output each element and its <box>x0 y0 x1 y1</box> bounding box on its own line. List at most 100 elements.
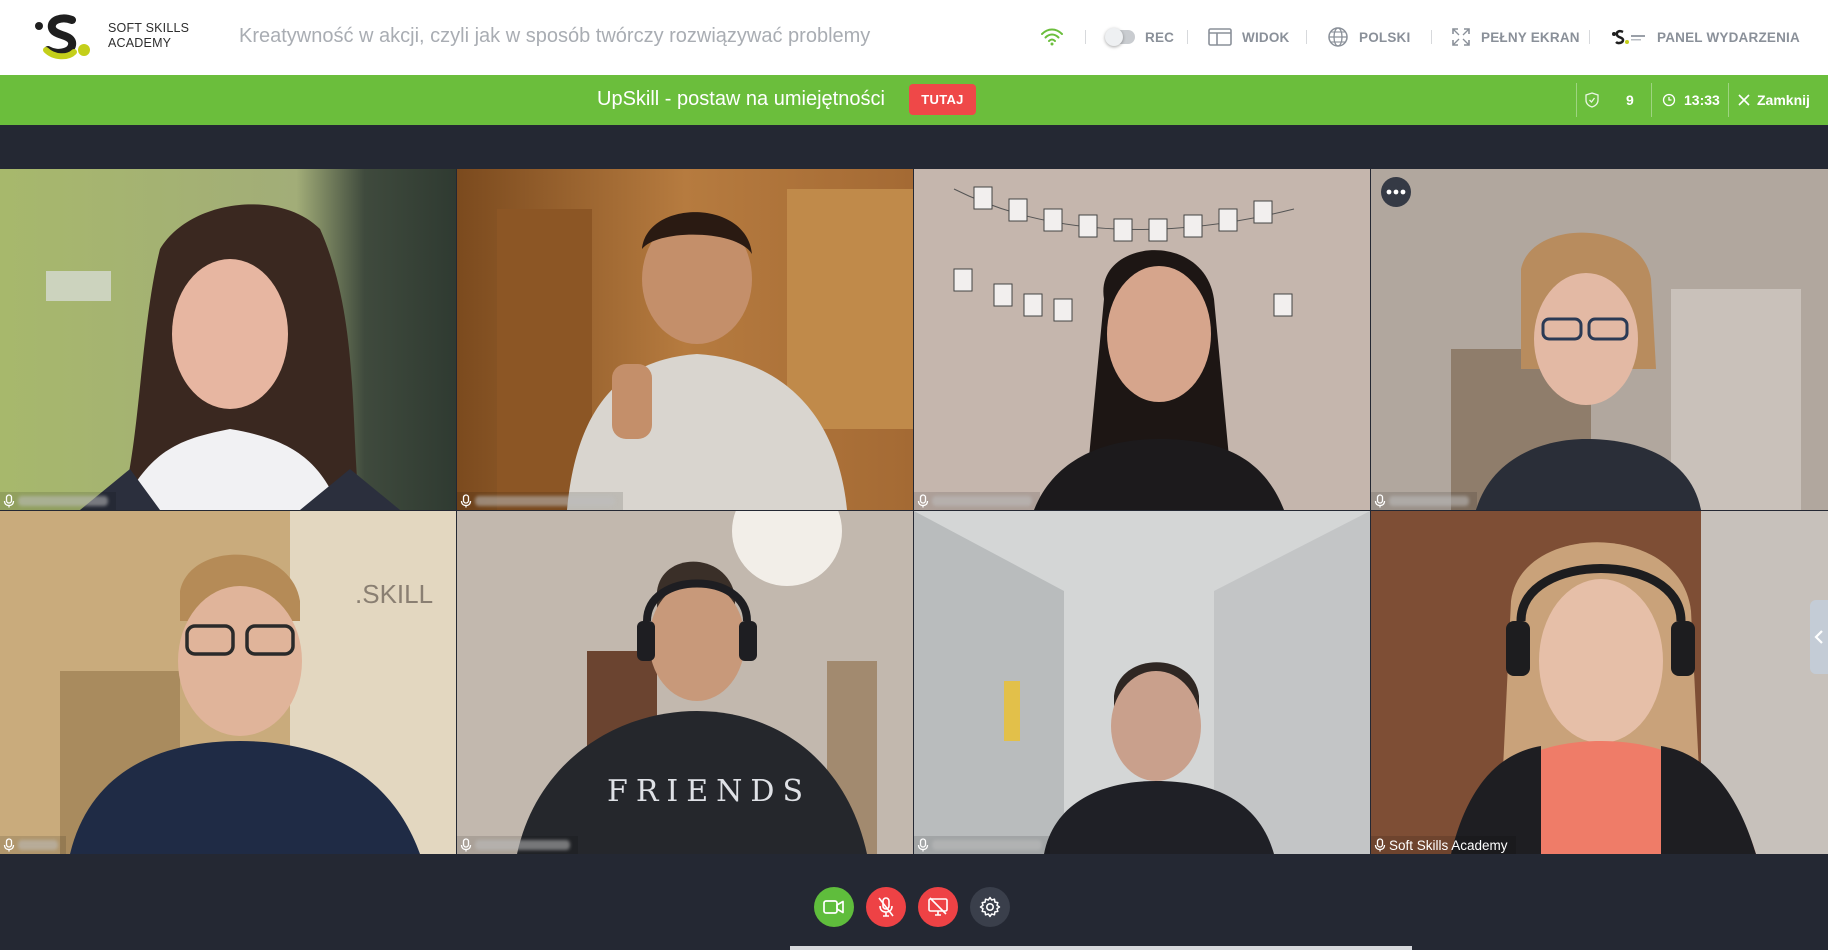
more-dots-icon <box>1386 189 1406 195</box>
banner-divider <box>1576 83 1577 117</box>
video-tile[interactable] <box>1371 169 1828 510</box>
tutaj-button[interactable]: TUTAJ <box>909 84 976 115</box>
blurred-name-placeholder <box>475 496 615 506</box>
blurred-name-placeholder <box>1389 496 1469 506</box>
participant-name-tag <box>914 492 1040 510</box>
side-panel-toggle[interactable] <box>1810 600 1828 674</box>
logo-text: SOFT SKILLS ACADEMY <box>108 21 189 51</box>
event-panel-label: PANEL WYDARZENIA <box>1657 29 1800 45</box>
video-feed: FRIENDS <box>457 511 913 854</box>
language-button[interactable]: POLSKI <box>1327 22 1410 52</box>
promo-banner: UpSkill - postaw na umiejętności TUTAJ 9… <box>0 75 1828 125</box>
toggle-icon[interactable] <box>1105 28 1135 46</box>
blurred-name-placeholder <box>932 840 1042 850</box>
microphone-icon <box>3 838 15 852</box>
blurred-name-placeholder <box>932 496 1032 506</box>
blurred-name-placeholder <box>18 840 58 850</box>
microphone-icon <box>460 838 472 852</box>
event-title: Kreatywność w akcji, czyli jak w sposób … <box>239 25 871 47</box>
globe-icon <box>1328 27 1348 47</box>
shield-icon <box>1585 92 1599 108</box>
close-label: Zamknij <box>1757 92 1810 108</box>
video-tile[interactable]: FRIENDS <box>457 511 913 854</box>
rec-toggle[interactable]: REC <box>1105 22 1175 52</box>
chevron-left-icon <box>1814 630 1823 644</box>
timer-value: 13:33 <box>1684 92 1720 108</box>
screen-share-off-icon <box>928 897 948 916</box>
call-controls <box>814 887 1010 927</box>
language-label: POLSKI <box>1359 29 1411 45</box>
header-separator <box>1187 30 1188 44</box>
video-tile[interactable]: .SKILL <box>0 511 456 854</box>
close-icon <box>1738 94 1750 106</box>
video-tile[interactable] <box>914 169 1370 510</box>
video-tile[interactable]: Soft Skills Academy <box>1371 511 1828 854</box>
view-button[interactable]: WIDOK <box>1208 22 1290 52</box>
participant-name-tag <box>914 836 1050 854</box>
event-panel-button[interactable]: PANEL WYDARZENIA <box>1611 22 1800 52</box>
video-tile[interactable] <box>0 169 456 510</box>
microphone-icon <box>1374 838 1386 852</box>
microphone-icon <box>3 494 15 508</box>
microphone-icon <box>917 494 929 508</box>
logo-line-2: ACADEMY <box>108 36 172 50</box>
connection-indicator[interactable] <box>1040 22 1074 52</box>
video-feed <box>914 511 1370 854</box>
participant-name-tag: Soft Skills Academy <box>1371 836 1516 854</box>
participant-name-tag <box>0 836 66 854</box>
video-feed <box>0 169 456 510</box>
view-label: WIDOK <box>1242 29 1290 45</box>
video-tile[interactable] <box>457 169 913 510</box>
expand-icon <box>1452 28 1470 46</box>
video-feed: .SKILL <box>0 511 456 854</box>
fullscreen-label: PEŁNY EKRAN <box>1481 29 1580 45</box>
participant-name: Soft Skills Academy <box>1389 837 1508 853</box>
banner-divider <box>1728 83 1729 117</box>
video-tile[interactable] <box>914 511 1370 854</box>
session-timer: 13:33 <box>1662 83 1720 117</box>
participant-name-tag <box>0 492 116 510</box>
poster-text: .SKILL <box>355 579 433 609</box>
wifi-icon <box>1041 28 1063 46</box>
gear-icon <box>979 896 1001 918</box>
clock-icon <box>1662 93 1676 107</box>
header-separator <box>1306 30 1307 44</box>
participants-count[interactable]: 9 <box>1584 83 1634 117</box>
banner-divider <box>1651 83 1652 117</box>
settings-button[interactable] <box>970 887 1010 927</box>
header-separator <box>1431 30 1432 44</box>
header-separator <box>1085 30 1086 44</box>
video-camera-icon <box>823 900 844 914</box>
mic-off-icon <box>878 897 894 917</box>
participants-count-value: 9 <box>1626 92 1634 108</box>
video-stage: .SKILL FRIENDS Soft Skills Academy <box>0 125 1828 950</box>
camera-toggle-button[interactable] <box>814 887 854 927</box>
microphone-toggle-button[interactable] <box>866 887 906 927</box>
microphone-icon <box>1374 494 1386 508</box>
rec-label: REC <box>1145 29 1175 45</box>
video-feed <box>1371 511 1828 854</box>
banner-text: UpSkill - postaw na umiejętności <box>597 88 885 110</box>
more-options-button[interactable] <box>1381 177 1411 207</box>
video-feed <box>457 169 913 510</box>
window-icon <box>1208 28 1232 46</box>
participant-name-tag <box>457 836 578 854</box>
bottom-scroll-indicator <box>790 946 1412 950</box>
blurred-name-placeholder <box>18 496 108 506</box>
participant-name-tag <box>1371 492 1477 510</box>
screen-share-button[interactable] <box>918 887 958 927</box>
microphone-icon <box>917 838 929 852</box>
top-header: SOFT SKILLS ACADEMY Kreatywność w akcji,… <box>0 0 1828 75</box>
logo-line-1: SOFT SKILLS <box>108 21 190 35</box>
video-grid: .SKILL FRIENDS Soft Skills Academy <box>0 169 1828 854</box>
header-separator <box>1589 30 1590 44</box>
blurred-name-placeholder <box>475 840 570 850</box>
shirt-print-text: FRIENDS <box>607 774 811 809</box>
brand-icon <box>1612 29 1645 45</box>
logo-mark-icon <box>35 14 90 60</box>
microphone-icon <box>460 494 472 508</box>
video-feed <box>914 169 1370 510</box>
fullscreen-button[interactable]: PEŁNY EKRAN <box>1451 22 1580 52</box>
participant-name-tag <box>457 492 623 510</box>
close-banner-button[interactable]: Zamknij <box>1737 83 1810 117</box>
